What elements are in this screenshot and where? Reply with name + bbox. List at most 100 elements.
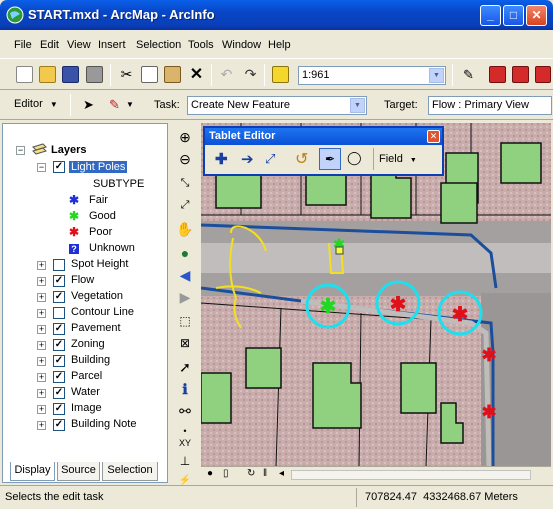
light-pole-good[interactable]: ✱ — [320, 296, 337, 318]
pause-drawing-icon[interactable]: ‖ — [263, 468, 267, 479]
close-button[interactable]: ✕ — [526, 5, 547, 26]
sketch-pencil-icon[interactable]: ✎ — [106, 96, 123, 113]
menu-view[interactable]: View — [67, 39, 91, 51]
add-plus-icon[interactable]: ✚ — [215, 150, 228, 168]
print-icon[interactable] — [86, 66, 103, 83]
layer-name[interactable]: Contour Line — [71, 306, 134, 318]
back-extent-icon[interactable]: ◀ — [175, 265, 195, 285]
tab-display[interactable]: Display — [10, 462, 55, 481]
zoom-out-icon[interactable]: ⊖ — [175, 149, 195, 169]
light-pole-poor[interactable]: ✱ — [481, 402, 496, 422]
refresh-icon[interactable]: ↻ — [247, 468, 255, 479]
scroll-left-icon[interactable]: ◂ — [279, 468, 284, 479]
menu-file[interactable]: File — [14, 39, 32, 51]
clear-selection-icon[interactable]: ⊠ — [175, 333, 195, 353]
light-poles-layer[interactable]: Light Poles — [69, 161, 128, 173]
copy-icon[interactable] — [141, 66, 158, 83]
pan-hand-icon[interactable]: ✋ — [175, 219, 195, 239]
minimize-button[interactable]: _ — [480, 5, 501, 26]
layer-visibility-checkbox[interactable]: ✓ — [53, 403, 65, 415]
light-poles-checkbox[interactable]: ✓ — [53, 161, 65, 173]
chevron-down-icon[interactable]: ▼ — [429, 68, 444, 83]
menu-help[interactable]: Help — [268, 39, 291, 51]
redo-icon[interactable]: ↷ — [242, 66, 259, 83]
expand-layer-toggle[interactable]: + — [37, 389, 46, 398]
collapse-layers-toggle[interactable]: − — [16, 146, 25, 155]
layer-visibility-checkbox[interactable]: ✓ — [53, 371, 65, 383]
expand-layer-toggle[interactable]: + — [37, 341, 46, 350]
tablet-editor-window[interactable]: Tablet Editor ✕ ✚ ➔ ⤢ ↺ ✒ ◯ Field ▼ — [203, 126, 444, 176]
cut-icon[interactable]: ✂ — [118, 66, 135, 83]
arrow-right-icon[interactable]: ➔ — [241, 150, 254, 168]
layer-visibility-checkbox[interactable]: ✓ — [53, 387, 65, 399]
task-combo[interactable]: Create New Feature ▼ — [187, 96, 367, 115]
menu-window[interactable]: Window — [222, 39, 261, 51]
layer-name[interactable]: Image — [71, 402, 102, 414]
layer-visibility-checkbox[interactable]: ✓ — [53, 339, 65, 351]
expand-layer-toggle[interactable]: + — [37, 309, 46, 318]
editor-toolbar-icon[interactable]: ✎ — [460, 66, 477, 83]
tablet-editor-titlebar[interactable]: Tablet Editor — [205, 128, 442, 145]
light-pole-poor[interactable]: ✱ — [390, 294, 407, 316]
edit-tool-arrow-icon[interactable]: ➤ — [80, 96, 97, 113]
expand-layer-toggle[interactable]: + — [37, 293, 46, 302]
layer-name[interactable]: Building Note — [71, 418, 136, 430]
layer-visibility-checkbox[interactable]: ✓ — [53, 419, 65, 431]
full-extent-globe-icon[interactable]: ● — [175, 243, 195, 263]
tablet-close-icon[interactable]: ✕ — [427, 130, 440, 143]
expand-layer-toggle[interactable]: + — [37, 261, 46, 270]
menu-selection[interactable]: Selection — [136, 39, 181, 51]
fixed-zoom-in-icon[interactable]: ⤡ — [175, 173, 195, 193]
identify-icon[interactable]: ℹ — [175, 379, 195, 399]
zoom-in-icon[interactable]: ⊕ — [175, 127, 195, 147]
chevron-down-icon[interactable]: ▼ — [126, 100, 134, 109]
rotate-icon[interactable]: ↺ — [295, 149, 308, 169]
find-binoculars-icon[interactable]: ⚯ — [175, 401, 195, 421]
fixed-zoom-out-icon[interactable]: ⤢ — [175, 195, 195, 215]
open-folder-icon[interactable] — [39, 66, 56, 83]
new-document-icon[interactable] — [16, 66, 33, 83]
layers-root-label[interactable]: Layers — [51, 144, 86, 156]
save-icon[interactable] — [62, 66, 79, 83]
data-view-icon[interactable]: ● — [207, 468, 213, 479]
layer-name[interactable]: Pavement — [71, 322, 121, 334]
light-pole-poor[interactable]: ✱ — [452, 304, 469, 326]
editor-menu[interactable]: Editor ▼ — [14, 98, 58, 110]
layer-name[interactable]: Zoning — [71, 338, 105, 350]
expand-layer-toggle[interactable]: + — [37, 373, 46, 382]
field-dropdown[interactable]: Field ▼ — [379, 153, 417, 165]
add-data-icon[interactable] — [272, 66, 289, 83]
pen-select-icon[interactable]: ✒ — [319, 148, 341, 170]
undo-icon[interactable]: ↶ — [218, 66, 235, 83]
layer-visibility-checkbox[interactable] — [53, 307, 65, 319]
select-elements-icon[interactable]: ➚ — [175, 357, 195, 377]
arctoolbox-icon[interactable] — [489, 66, 506, 83]
layer-name[interactable]: Spot Height — [71, 258, 128, 270]
layer-visibility-checkbox[interactable]: ✓ — [53, 275, 65, 287]
layer-visibility-checkbox[interactable]: ✓ — [53, 323, 65, 335]
lasso-icon[interactable]: ◯ — [347, 150, 362, 166]
layout-view-icon[interactable]: ▯ — [223, 468, 229, 479]
title-bar[interactable]: START.mxd - ArcMap - ArcInfo _ □ ✕ — [0, 0, 553, 30]
layer-visibility-checkbox[interactable]: ✓ — [53, 291, 65, 303]
measure-icon[interactable]: ⊥ — [175, 451, 195, 471]
expand-layer-toggle[interactable]: + — [37, 357, 46, 366]
maximize-button[interactable]: □ — [503, 5, 524, 26]
light-pole-poor[interactable]: ✱ — [481, 345, 496, 365]
select-features-icon[interactable]: ⬚ — [175, 311, 195, 331]
layer-visibility-checkbox[interactable]: ✓ — [53, 355, 65, 367]
layer-name[interactable]: Building — [71, 354, 110, 366]
horizontal-scrollbar[interactable] — [291, 470, 531, 480]
model-builder-icon[interactable] — [512, 66, 529, 83]
expand-layer-toggle[interactable]: + — [37, 421, 46, 430]
menu-tools[interactable]: Tools — [188, 39, 214, 51]
target-combo[interactable]: Flow : Primary View — [428, 96, 552, 115]
expand-layer-toggle[interactable]: + — [37, 325, 46, 334]
delete-icon[interactable]: ✕ — [188, 66, 205, 83]
tab-selection[interactable]: Selection — [102, 462, 158, 481]
layer-name[interactable]: Water — [71, 386, 100, 398]
layer-name[interactable]: Vegetation — [71, 290, 123, 302]
forward-extent-icon[interactable]: ▶ — [175, 287, 195, 307]
menu-edit[interactable]: Edit — [40, 39, 59, 51]
layer-visibility-checkbox[interactable] — [53, 259, 65, 271]
